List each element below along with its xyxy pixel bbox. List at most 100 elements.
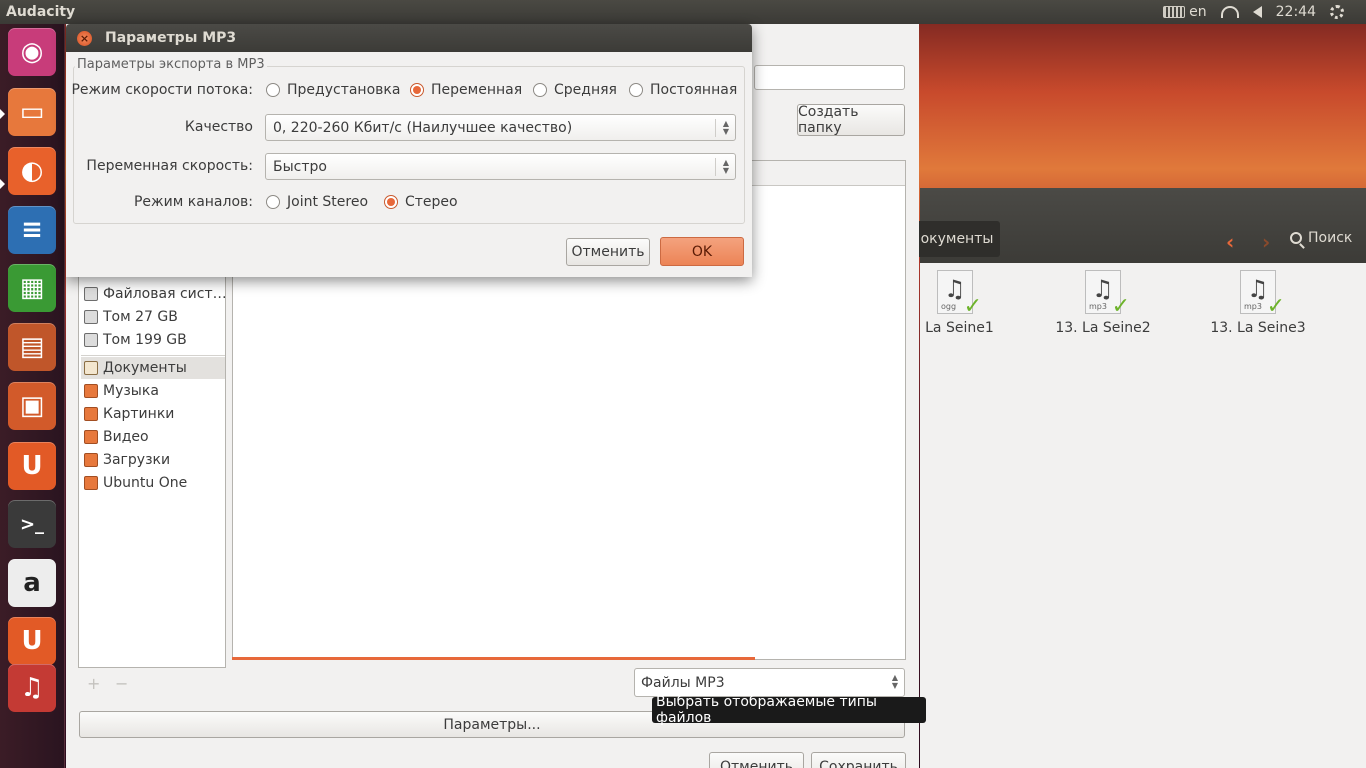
drive-icon <box>84 310 98 324</box>
radio-label: Переменная <box>431 82 523 98</box>
place-label: Музыка <box>103 383 159 399</box>
place-item[interactable]: Том 27 GB <box>81 306 225 328</box>
search-icon <box>1290 232 1302 244</box>
audio-file-icon: ♫ mp3 ✓ <box>1085 270 1130 319</box>
tab-documents[interactable]: окументы <box>914 221 1000 257</box>
dialog-titlebar[interactable]: × Параметры MP3 <box>66 24 752 52</box>
files-icon: ▭ <box>19 97 45 127</box>
mp3-cancel-button[interactable]: Отменить <box>566 238 650 266</box>
amazon-icon: a <box>23 568 41 598</box>
launcher-libreoffice-impress[interactable]: ▤ <box>8 323 56 371</box>
radio-average[interactable]: Средняя <box>533 82 617 98</box>
add-bookmark-button[interactable]: + <box>87 674 100 693</box>
save-label: Сохранить <box>819 759 898 768</box>
file-item[interactable]: ♫ mp3 ✓ 13. La Seine3 <box>1193 270 1323 336</box>
launcher-software-center[interactable]: ▣ <box>8 382 56 430</box>
folder-ubuntuone-icon <box>84 476 98 490</box>
radio-preset[interactable]: Предустановка <box>266 82 400 98</box>
radio-label: Стерео <box>405 194 458 210</box>
tooltip-text: Выбрать отображаемые типы файлов <box>656 694 877 726</box>
launcher-libreoffice-writer[interactable]: ≡ <box>8 206 56 254</box>
forward-arrow-icon[interactable]: › <box>1262 230 1270 254</box>
radio-stereo[interactable]: Стерео <box>384 194 458 210</box>
radio-indicator <box>266 195 280 209</box>
launcher-terminal[interactable]: >_ <box>8 500 56 548</box>
save-button[interactable]: Сохранить <box>811 752 906 768</box>
folder-pictures-icon <box>84 407 98 421</box>
file-type-value: Файлы MP3 <box>641 674 725 691</box>
place-item[interactable]: Загрузки <box>81 449 225 471</box>
search-button[interactable]: Поиск <box>1290 230 1352 246</box>
folder-music-icon <box>84 384 98 398</box>
terminal-icon: >_ <box>19 513 45 535</box>
place-label: Видео <box>103 429 149 445</box>
place-label: Ubuntu One <box>103 475 188 491</box>
variable-speed-select[interactable]: Быстро ▲ ▼ <box>265 153 736 180</box>
loading-bar <box>232 657 755 660</box>
keyboard-layout[interactable]: en <box>1189 4 1207 20</box>
radio-indicator <box>266 83 280 97</box>
file-name-input[interactable] <box>754 65 905 90</box>
folder-documents-icon <box>84 361 98 375</box>
file-item[interactable]: ♫ mp3 ✓ 13. La Seine2 <box>1038 270 1168 336</box>
dialog-title: Параметры MP3 <box>105 30 237 46</box>
top-panel: Audacity en 22:44 <box>0 0 1366 24</box>
file-type-tooltip: Выбрать отображаемые типы файлов <box>652 694 926 726</box>
launcher-libreoffice-calc[interactable]: ▦ <box>8 264 56 312</box>
launcher-amazon[interactable]: a <box>8 559 56 607</box>
ok-button[interactable]: OK <box>660 237 744 266</box>
file-name: 13. La Seine2 <box>1055 320 1151 336</box>
gear-icon[interactable] <box>1330 5 1344 19</box>
keyboard-icon[interactable] <box>1163 6 1186 18</box>
radio-joint-stereo[interactable]: Joint Stereo <box>266 194 368 210</box>
remove-bookmark-button[interactable]: − <box>115 674 128 693</box>
launcher-ubuntu-one-music[interactable]: U <box>8 617 56 665</box>
ubuntu-one-music-icon: U <box>21 626 43 656</box>
clock[interactable]: 22:44 <box>1276 4 1316 20</box>
file-manager-window: окументы ‹ › Поиск ♫ ogg ✓ . La Seine1 ♫ mp… <box>914 188 1366 768</box>
radio-label: Joint Stereo <box>287 194 369 210</box>
drive-icon <box>84 333 98 347</box>
firefox-icon: ◐ <box>20 156 44 186</box>
place-item[interactable]: Ubuntu One <box>81 472 225 494</box>
create-folder-label: Создать папку <box>798 104 859 136</box>
place-item[interactable]: Видео <box>81 426 225 448</box>
file-type-select[interactable]: Файлы MP3 ▲ ▼ <box>634 668 905 697</box>
launcher-audacity[interactable]: ♫ <box>8 664 56 712</box>
running-indicator <box>0 179 5 189</box>
ubuntu-dash-icon: ◉ <box>20 37 44 67</box>
launcher-files[interactable]: ▭ <box>8 88 56 136</box>
launcher-firefox[interactable]: ◐ <box>8 147 56 195</box>
wifi-icon[interactable] <box>1220 6 1239 18</box>
cancel-button[interactable]: Отменить <box>709 752 804 768</box>
radio-indicator <box>410 83 424 97</box>
place-label: Том 27 GB <box>103 309 178 325</box>
launcher-ubuntu-one[interactable]: U <box>8 442 56 490</box>
cancel-label: Отменить <box>719 759 793 768</box>
mp3-cancel-label: Отменить <box>571 244 645 260</box>
running-indicator <box>0 109 5 119</box>
launcher-ubuntu-dash[interactable]: ◉ <box>8 28 56 76</box>
radio-constant[interactable]: Постоянная <box>629 82 737 98</box>
volume-icon[interactable] <box>1252 6 1262 18</box>
place-item[interactable]: Файловая сист… <box>81 283 225 305</box>
quality-select[interactable]: 0, 220-260 Кбит/с (Наилучшее качество) ▲… <box>265 114 736 141</box>
radio-variable[interactable]: Переменная <box>410 82 522 98</box>
quality-label: Качество <box>184 119 253 135</box>
place-item[interactable]: Музыка <box>81 380 225 402</box>
radio-indicator <box>629 83 643 97</box>
combo-separator <box>715 158 716 176</box>
quality-value: 0, 220-260 Кбит/с (Наилучшее качество) <box>273 119 573 136</box>
place-item[interactable]: Том 199 GB <box>81 329 225 351</box>
drive-icon <box>84 287 98 301</box>
folder-downloads-icon <box>84 453 98 467</box>
search-label: Поиск <box>1308 230 1353 246</box>
indicator-area: en 22:44 <box>1163 4 1366 20</box>
close-icon[interactable]: × <box>77 31 92 46</box>
place-item[interactable]: Документы <box>81 357 225 379</box>
back-arrow-icon[interactable]: ‹ <box>1226 230 1234 254</box>
create-folder-button[interactable]: Создать папку <box>797 104 905 136</box>
audio-file-icon: ♫ ogg ✓ <box>937 270 982 319</box>
place-item[interactable]: Картинки <box>81 403 225 425</box>
ubuntu-one-icon: U <box>21 451 43 481</box>
